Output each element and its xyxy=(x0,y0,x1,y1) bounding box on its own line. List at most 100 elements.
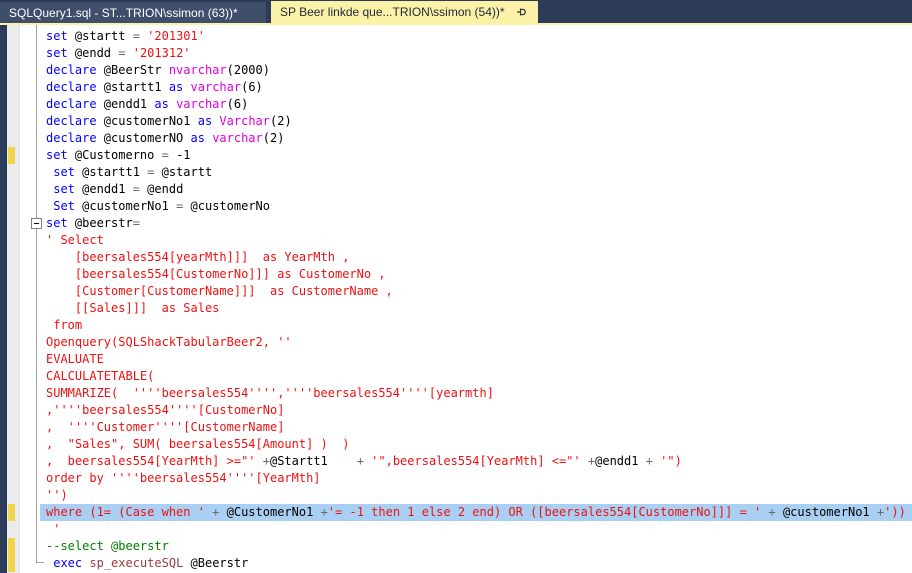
code-token: @startt1 xyxy=(97,80,169,94)
code-line[interactable]: declare @customerNO as varchar(2) xyxy=(40,130,912,147)
code-token: , "Sales", SUM( beersales554[Amount] ) ) xyxy=(46,437,349,451)
code-token: varchar xyxy=(212,131,263,145)
code-line[interactable]: exec sp_executeSQL @Beerstr xyxy=(40,555,912,572)
code-token: @startt xyxy=(154,165,212,179)
code-line[interactable]: set @startt1 = @startt xyxy=(40,164,912,181)
editor-left-margin xyxy=(0,25,7,573)
code-token: @Beerstr xyxy=(183,556,248,570)
code-line[interactable]: set @startt = '201301' xyxy=(40,28,912,45)
code-token: ,''''beersales554''''[CustomerNo] xyxy=(46,403,284,417)
code-token: @customerNo1 xyxy=(776,505,877,519)
close-icon[interactable]: ✕ xyxy=(537,5,538,19)
code-token: '= -1 then 1 else 2 end) OR ([beersales5… xyxy=(328,505,769,519)
code-token: declare xyxy=(46,114,97,128)
code-token: --select @beerstr xyxy=(46,539,169,553)
code-token: varchar xyxy=(176,97,227,111)
code-token: @Startt1 xyxy=(270,454,357,468)
code-line[interactable]: from xyxy=(40,317,912,334)
code-lines[interactable]: set @startt = '201301'set @endd = '20131… xyxy=(40,28,912,572)
code-token: set xyxy=(46,29,68,43)
gutter xyxy=(7,25,20,573)
code-line[interactable]: , ''''Customer''''[CustomerName] xyxy=(40,419,912,436)
code-token: @BeerStr xyxy=(97,63,169,77)
code-token: CALCULATETABLE( xyxy=(46,369,154,383)
code-line[interactable]: [Customer[CustomerName]]] as CustomerNam… xyxy=(40,283,912,300)
code-line[interactable]: , "Sales", SUM( beersales554[Amount] ) ) xyxy=(40,436,912,453)
code-token: declare xyxy=(46,97,97,111)
code-line[interactable]: , beersales554[YearMth] >="' +@Startt1 +… xyxy=(40,453,912,470)
code-token: set xyxy=(46,46,68,60)
code-token: set xyxy=(53,165,75,179)
code-token: set xyxy=(46,216,68,230)
code-line[interactable]: SUMMARIZE( ''''beersales554'''',''''beer… xyxy=(40,385,912,402)
code-token: , beersales554[YearMth] >="' xyxy=(46,454,263,468)
code-line[interactable]: where (1= (Case when ' + @CustomerNo1 +'… xyxy=(40,504,912,521)
code-line[interactable]: declare @customerNo1 as Varchar(2) xyxy=(40,113,912,130)
code-token: @endd1 xyxy=(595,454,638,468)
code-line[interactable]: [[Sales]]] as Sales xyxy=(40,300,912,317)
code-line[interactable]: declare @BeerStr nvarchar(2000) xyxy=(40,62,912,79)
code-token: '201312' xyxy=(133,46,191,60)
code-token: (6) xyxy=(227,97,249,111)
code-token: [[Sales]]] as Sales xyxy=(46,301,219,315)
tab-sp-beer[interactable]: SP Beer linkde que...TRION\ssimon (54))*… xyxy=(271,1,538,23)
code-line[interactable]: set @Customerno = -1 xyxy=(40,147,912,164)
code-line[interactable]: [beersales554[yearMth]]] as YearMth , xyxy=(40,249,912,266)
code-token: @endd1 xyxy=(75,182,133,196)
code-token: set xyxy=(46,148,68,162)
code-token: @startt1 xyxy=(75,165,147,179)
change-indicator xyxy=(8,555,15,572)
code-token: [beersales554[yearMth]]] as YearMth , xyxy=(46,250,349,264)
code-token: sp_executeSQL xyxy=(89,556,183,570)
code-line[interactable]: order by ''''beersales554''''[YearMth] xyxy=(40,470,912,487)
code-line[interactable]: set @beerstr= xyxy=(40,215,912,232)
code-line[interactable]: set @endd = '201312' xyxy=(40,45,912,62)
code-token: (2) xyxy=(263,131,285,145)
code-token: SUMMARIZE( ''''beersales554'''',''''beer… xyxy=(46,386,494,400)
ssms-window: SQLQuery1.sql - ST...TRION\ssimon (63))*… xyxy=(0,0,912,573)
code-line[interactable]: EVALUATE xyxy=(40,351,912,368)
code-token: (2000) xyxy=(227,63,270,77)
code-token: nvarchar xyxy=(169,63,227,77)
code-token: declare xyxy=(46,80,97,94)
code-token: ' Select xyxy=(46,233,104,247)
pin-icon[interactable] xyxy=(515,5,529,19)
code-token: @CustomerNo1 xyxy=(219,505,320,519)
code-line[interactable]: [beersales554[CustomerNo]]] as CustomerN… xyxy=(40,266,912,283)
change-indicator xyxy=(8,504,15,521)
code-token xyxy=(169,97,176,111)
code-token: where (1= (Case when ' xyxy=(46,505,212,519)
code-token: @endd1 xyxy=(97,97,155,111)
code-line[interactable]: set @endd1 = @endd xyxy=(40,181,912,198)
code-token: , ''''Customer''''[CustomerName] xyxy=(46,420,284,434)
code-token: + xyxy=(357,454,364,468)
code-token: @customerNO xyxy=(97,131,191,145)
code-line[interactable]: ' Select xyxy=(40,232,912,249)
code-token: (2) xyxy=(270,114,292,128)
code-line[interactable]: declare @endd1 as varchar(6) xyxy=(40,96,912,113)
code-token: from xyxy=(46,318,82,332)
code-token: @startt xyxy=(68,29,133,43)
tab-sqlquery1[interactable]: SQLQuery1.sql - ST...TRION\ssimon (63))* xyxy=(0,2,266,23)
code-line[interactable]: ' xyxy=(40,521,912,538)
code-token: as xyxy=(198,114,212,128)
code-line[interactable]: Openquery(SQLShackTabularBeer2, '' xyxy=(40,334,912,351)
code-token: '201301' xyxy=(147,29,205,43)
code-token: set xyxy=(53,182,75,196)
tab-sp-beer-label: SP Beer linkde que...TRION\ssimon (54))* xyxy=(280,5,505,19)
code-line[interactable]: '') xyxy=(40,487,912,504)
code-token: @customerNo xyxy=(183,199,270,213)
code-token: '') xyxy=(46,488,68,502)
code-line[interactable]: Set @customerNo1 = @customerNo xyxy=(40,198,912,215)
code-token: + xyxy=(638,454,660,468)
code-token: [Customer[CustomerName]]] as CustomerNam… xyxy=(46,284,393,298)
code-token: ')) xyxy=(884,505,906,519)
code-token: (6) xyxy=(241,80,263,94)
code-token: -1 xyxy=(169,148,191,162)
code-token: EVALUATE xyxy=(46,352,104,366)
code-token: Set xyxy=(53,199,75,213)
code-line[interactable]: declare @startt1 as varchar(6) xyxy=(40,79,912,96)
code-line[interactable]: ,''''beersales554''''[CustomerNo] xyxy=(40,402,912,419)
code-line[interactable]: CALCULATETABLE( xyxy=(40,368,912,385)
code-line[interactable]: --select @beerstr xyxy=(40,538,912,555)
